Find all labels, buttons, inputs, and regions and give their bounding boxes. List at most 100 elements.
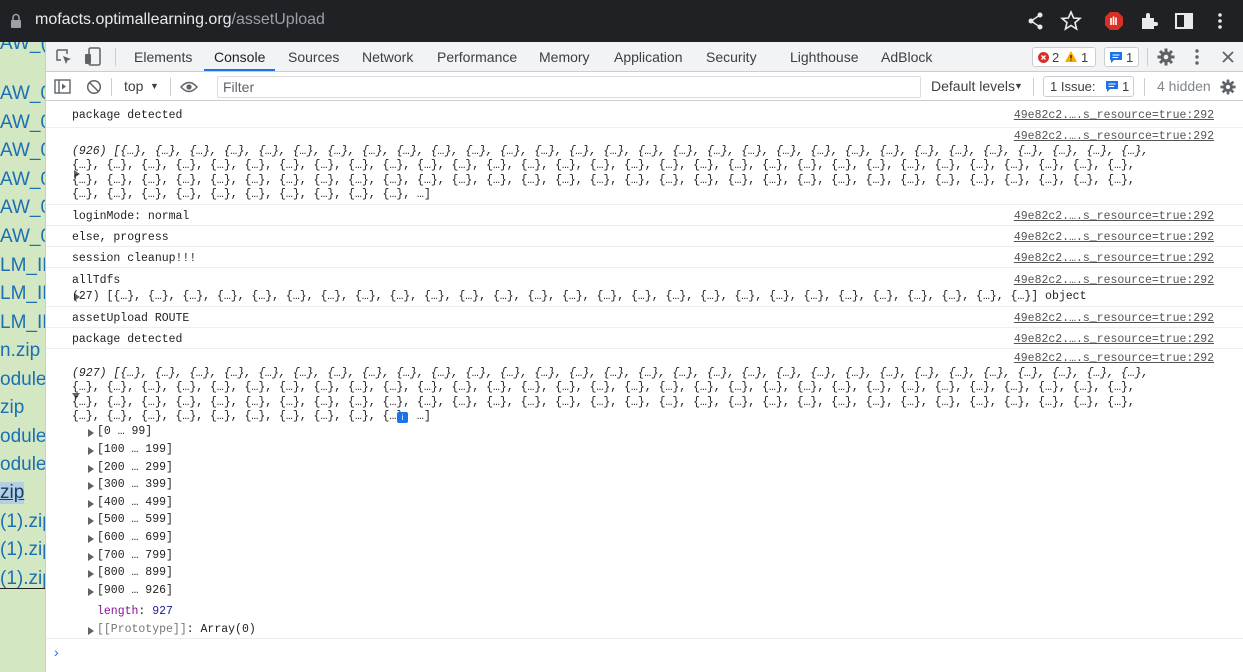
prototype-property[interactable]: [[Prototype]]: Array(0)	[97, 623, 256, 636]
array-chunk[interactable]: [0 … 99]	[97, 425, 152, 438]
page-link[interactable]: (1).zip	[0, 539, 45, 561]
lock-icon	[11, 13, 21, 28]
page-link[interactable]: odule	[0, 426, 45, 448]
filter-input[interactable]	[217, 76, 921, 98]
tab-application[interactable]: Application	[614, 49, 683, 65]
array-preview-line[interactable]: (927) [{…}, {…}, {…}, {…}, {…}, {…}, {…}…	[72, 367, 1149, 380]
inspect-element-icon[interactable]	[55, 48, 73, 66]
message-text: package detected	[72, 333, 183, 346]
page-link[interactable]: AW_0	[0, 112, 45, 134]
address-bar[interactable]: mofacts.optimallearning.org/assetUpload	[35, 11, 325, 29]
info-badge-icon[interactable]: i	[397, 412, 408, 423]
array-preview-line: {…}, {…}, {…}, {…}, {…}, {…}, {…}, {…}, …	[72, 188, 431, 201]
array-chunk[interactable]: [300 … 399]	[97, 478, 173, 491]
more-options-icon[interactable]	[1192, 48, 1202, 66]
divider	[170, 78, 171, 96]
page-link[interactable]: AW_0	[0, 83, 45, 105]
page-link[interactable]: AW_0	[0, 226, 45, 248]
tab-lighthouse[interactable]: Lighthouse	[790, 49, 859, 65]
message-text: allTdfs	[72, 274, 121, 287]
tab-console[interactable]: Console	[214, 49, 265, 65]
default-levels-dropdown[interactable]: Default levels	[931, 78, 1015, 94]
expand-arrow-icon[interactable]	[88, 535, 94, 543]
side-panel-icon[interactable]	[1173, 10, 1195, 32]
expand-arrow-icon[interactable]	[88, 588, 94, 596]
messages-badge[interactable]: 1	[1104, 47, 1139, 67]
array-chunk[interactable]: [400 … 499]	[97, 496, 173, 509]
page-link[interactable]: zip	[0, 397, 24, 419]
expand-arrow-icon[interactable]	[88, 447, 94, 455]
source-link[interactable]: 49e82c2.….s_resource=true:292	[1014, 130, 1214, 143]
console-message: assetUpload ROUTE 49e82c2.….s_resource=t…	[46, 307, 1243, 328]
error-count: 2	[1052, 50, 1060, 65]
close-icon[interactable]	[1221, 50, 1235, 64]
page-link[interactable]: AW_0	[0, 140, 45, 162]
divider	[1144, 78, 1145, 96]
source-link[interactable]: 49e82c2.….s_resource=true:292	[1014, 252, 1214, 265]
source-link[interactable]: 49e82c2.….s_resource=true:292	[1014, 210, 1214, 223]
page-link[interactable]: odule	[0, 369, 45, 391]
source-link[interactable]: 49e82c2.….s_resource=true:292	[1014, 333, 1214, 346]
page-link[interactable]: LM_IN	[0, 283, 45, 305]
array-preview-line[interactable]: (27) [{…}, {…}, {…}, {…}, {…}, {…}, {…},…	[72, 290, 1086, 303]
page-link[interactable]: AW_0	[0, 169, 45, 191]
page-link[interactable]: odule	[0, 454, 45, 476]
array-chunk[interactable]: [800 … 899]	[97, 566, 173, 579]
tab-elements[interactable]: Elements	[134, 49, 192, 65]
array-chunk[interactable]: [600 … 699]	[97, 531, 173, 544]
expand-arrow-icon[interactable]	[88, 482, 94, 490]
expand-arrow-icon[interactable]	[88, 517, 94, 525]
array-chunk[interactable]: [900 … 926]	[97, 584, 173, 597]
device-toolbar-icon[interactable]	[84, 47, 102, 67]
page-link[interactable]: n.zip	[0, 340, 40, 362]
tab-security[interactable]: Security	[706, 49, 757, 65]
source-link[interactable]: 49e82c2.….s_resource=true:292	[1014, 274, 1214, 287]
array-chunk[interactable]: [200 … 299]	[97, 461, 173, 474]
source-link[interactable]: 49e82c2.….s_resource=true:292	[1014, 231, 1214, 244]
sidebar-toggle-icon[interactable]	[54, 79, 71, 94]
hidden-count: 4 hidden	[1157, 78, 1211, 94]
errors-warnings-badge[interactable]: 2 1	[1032, 47, 1096, 67]
page-link[interactable]: (1).zip	[0, 568, 45, 590]
length-property: length: 927	[97, 605, 173, 618]
expand-arrow-icon[interactable]	[88, 465, 94, 473]
page-link[interactable]: (1).zip	[0, 511, 45, 533]
console-message: package detected 49e82c2.….s_resource=tr…	[46, 328, 1243, 349]
settings-gear-icon[interactable]	[1157, 48, 1175, 66]
tab-adblock[interactable]: AdBlock	[881, 49, 932, 65]
page-link[interactable]: LM_IN	[0, 312, 45, 334]
source-link[interactable]: 49e82c2.….s_resource=true:292	[1014, 312, 1214, 325]
expand-arrow-icon[interactable]	[88, 500, 94, 508]
extensions-icon[interactable]	[1138, 10, 1160, 32]
source-link[interactable]: 49e82c2.….s_resource=true:292	[1014, 109, 1214, 122]
array-chunk[interactable]: [700 … 799]	[97, 549, 173, 562]
share-icon[interactable]	[1025, 10, 1047, 32]
page-link[interactable]: AW_0	[0, 197, 45, 219]
console-prompt-line[interactable]: ›	[46, 639, 1243, 672]
array-chunk[interactable]: [500 … 599]	[97, 513, 173, 526]
page-link[interactable]: LM_IN	[0, 255, 45, 277]
browser-menu-icon[interactable]	[1209, 10, 1231, 32]
tab-memory[interactable]: Memory	[539, 49, 590, 65]
array-chunk[interactable]: [100 … 199]	[97, 443, 173, 456]
adblock-extension-icon[interactable]	[1103, 10, 1125, 32]
tab-performance[interactable]: Performance	[437, 49, 517, 65]
page-link-highlighted[interactable]: zip	[0, 482, 25, 504]
issues-button[interactable]: 1 Issue: 1	[1043, 76, 1134, 97]
array-preview-line[interactable]: (926) [{…}, {…}, {…}, {…}, {…}, {…}, {…}…	[72, 145, 1149, 158]
console-settings-gear-icon[interactable]	[1220, 79, 1236, 95]
context-selector[interactable]: top	[124, 78, 143, 94]
tab-sources[interactable]: Sources	[288, 49, 339, 65]
chevron-down-icon: ▼	[150, 81, 159, 91]
source-link[interactable]: 49e82c2.….s_resource=true:292	[1014, 352, 1214, 365]
clear-console-icon[interactable]	[86, 79, 102, 95]
page-link[interactable]: AW_(	[0, 42, 45, 55]
tab-network[interactable]: Network	[362, 49, 413, 65]
expand-arrow-icon[interactable]	[88, 627, 94, 635]
star-icon[interactable]	[1060, 10, 1082, 32]
property-value: Array(0)	[200, 623, 256, 636]
expand-arrow-icon[interactable]	[88, 553, 94, 561]
expand-arrow-icon[interactable]	[88, 429, 94, 437]
expand-arrow-icon[interactable]	[88, 570, 94, 578]
eye-icon[interactable]	[180, 81, 198, 93]
